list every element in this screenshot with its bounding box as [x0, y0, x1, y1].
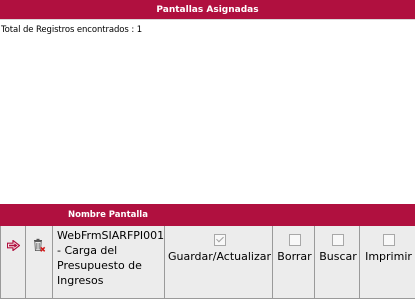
header-imprimir-col — [360, 205, 415, 226]
screens-table: Nombre Pantalla — [0, 204, 415, 299]
imprimir-checkbox[interactable] — [383, 234, 395, 246]
header-buscar-col — [315, 205, 360, 226]
arrow-right-icon[interactable] — [7, 240, 20, 255]
panel-title: Pantallas Asignadas — [0, 0, 415, 20]
header-delete-col — [26, 205, 53, 226]
screen-name-line: - Carga del — [57, 243, 161, 258]
screen-name-line: Ingresos — [57, 273, 161, 288]
borrar-checkbox[interactable] — [289, 234, 301, 246]
header-select-col — [1, 205, 26, 226]
buscar-checkbox[interactable] — [332, 234, 344, 246]
delete-cell — [26, 226, 53, 299]
imprimir-label: Imprimir — [362, 249, 415, 264]
total-records-text: Total de Registros encontrados : 1 — [1, 25, 142, 35]
perm-buscar-cell: Buscar — [315, 226, 360, 299]
buscar-label: Buscar — [317, 249, 359, 264]
perm-imprimir-cell: Imprimir — [360, 226, 415, 299]
table-row: WebFrmSIARFPI001 - Carga del Presupuesto… — [1, 226, 415, 299]
select-cell — [1, 226, 26, 299]
header-guardar-col — [165, 205, 273, 226]
header-borrar-col — [273, 205, 315, 226]
screen-name-line: WebFrmSIARFPI001 — [57, 228, 161, 243]
column-header-nombre-pantalla: Nombre Pantalla — [53, 205, 165, 226]
table-header-row: Nombre Pantalla — [1, 205, 415, 226]
guardar-checkbox[interactable] — [214, 234, 226, 246]
screen-name-cell: WebFrmSIARFPI001 - Carga del Presupuesto… — [53, 226, 165, 299]
guardar-label: Guardar/Actualizar — [167, 249, 272, 264]
perm-borrar-cell: Borrar — [273, 226, 315, 299]
borrar-label: Borrar — [275, 249, 314, 264]
screen-name-line: Presupuesto de — [57, 258, 161, 273]
perm-guardar-cell: Guardar/Actualizar — [165, 226, 273, 299]
trash-delete-icon[interactable] — [32, 238, 46, 256]
